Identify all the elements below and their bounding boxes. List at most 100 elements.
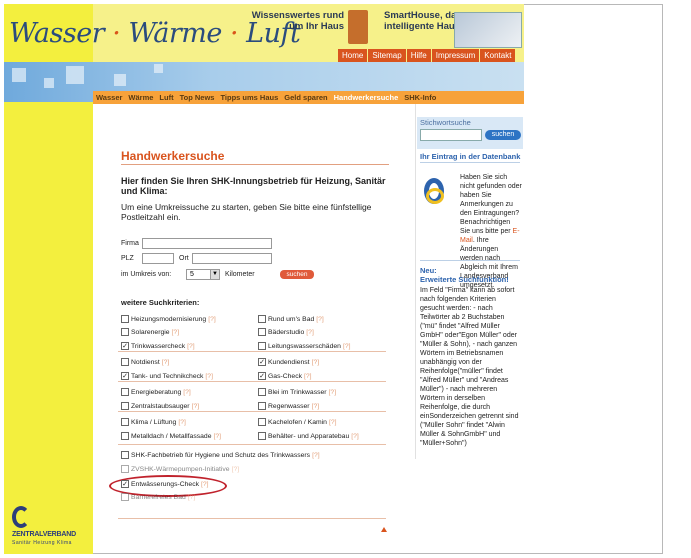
criteria-option[interactable]: Kachelofen / Kamin [?]: [258, 418, 337, 426]
checkbox[interactable]: ✓: [121, 372, 129, 380]
checkbox[interactable]: ✓: [258, 358, 266, 366]
criteria-option[interactable]: Energieberatung [?]: [121, 388, 191, 396]
nav-shk-info[interactable]: SHK-Info: [404, 93, 436, 102]
nav-top-news[interactable]: Top News: [180, 93, 215, 102]
checkbox[interactable]: [258, 402, 266, 410]
criteria-option[interactable]: Barrierefreies Bad [?]: [121, 493, 195, 501]
help-link[interactable]: [?]: [178, 419, 186, 426]
criteria-option[interactable]: Notdienst [?]: [121, 358, 169, 366]
criteria-option[interactable]: SHK-Fachbetrieb für Hygiene und Schutz d…: [121, 451, 320, 459]
checkbox[interactable]: ✓: [121, 480, 129, 488]
checkbox[interactable]: [121, 451, 129, 459]
checkbox[interactable]: [121, 358, 129, 366]
nav-handwerkersuche[interactable]: Handwerkersuche: [334, 93, 399, 102]
help-link[interactable]: [?]: [329, 419, 337, 426]
criteria-option[interactable]: Leitungswasserschäden [?]: [258, 342, 351, 350]
criteria-option[interactable]: Rund um's Bad [?]: [258, 315, 324, 323]
checkbox[interactable]: [121, 465, 129, 473]
checkbox[interactable]: [121, 328, 129, 336]
topnav-home[interactable]: Home: [338, 49, 368, 62]
help-link[interactable]: [?]: [172, 329, 180, 336]
criteria-option[interactable]: ✓ Tank- und Technikcheck [?]: [121, 372, 213, 380]
zentralverband-logo-icon[interactable]: [12, 506, 30, 528]
keyword-search-button[interactable]: suchen: [485, 130, 521, 140]
criteria-option[interactable]: Blei im Trinkwasser [?]: [258, 388, 336, 396]
criteria-label: Heizungsmodernisierung: [131, 315, 207, 323]
sidebar-divider: [420, 260, 520, 261]
checkbox[interactable]: [121, 402, 129, 410]
help-link[interactable]: [?]: [312, 452, 320, 459]
checkbox[interactable]: [258, 342, 266, 350]
sidebar-new-label: Neu:: [420, 266, 437, 275]
criteria-option[interactable]: ✓ Gas-Check [?]: [258, 372, 312, 380]
help-link[interactable]: [?]: [201, 481, 209, 488]
criteria-label: Notdienst: [131, 358, 160, 366]
criteria-option[interactable]: ✓ Kundendienst [?]: [258, 358, 319, 366]
help-link[interactable]: [?]: [304, 373, 312, 380]
help-link[interactable]: [?]: [208, 316, 216, 323]
criteria-label: Entwässerungs-Check: [131, 480, 199, 488]
promo-wissenswertes-link[interactable]: Wissenswertes rund um Ihr Haus: [240, 10, 344, 32]
checkbox[interactable]: [121, 493, 129, 501]
checkbox[interactable]: [258, 432, 266, 440]
help-link[interactable]: [?]: [183, 389, 191, 396]
checkbox[interactable]: ✓: [121, 342, 129, 350]
help-link[interactable]: [?]: [232, 466, 240, 473]
criteria-option[interactable]: ZVSHK-Wärmepumpen-Initiative [?]: [121, 465, 239, 473]
ort-input[interactable]: [192, 253, 272, 264]
help-link[interactable]: [?]: [213, 433, 221, 440]
checkbox[interactable]: [121, 418, 129, 426]
help-link[interactable]: [?]: [329, 389, 337, 396]
criteria-option[interactable]: Regenwasser [?]: [258, 402, 319, 410]
keyword-search-input[interactable]: [420, 129, 482, 141]
help-link[interactable]: [?]: [188, 494, 196, 501]
topnav-kontakt[interactable]: Kontakt: [480, 49, 516, 62]
criteria-option[interactable]: Bäderstudio [?]: [258, 328, 314, 336]
help-link[interactable]: [?]: [312, 359, 320, 366]
help-link[interactable]: [?]: [343, 343, 351, 350]
criteria-option[interactable]: Zentralstaubsauger [?]: [121, 402, 199, 410]
criteria-option[interactable]: Solarenergie [?]: [121, 328, 179, 336]
nav-waerme[interactable]: Wärme: [128, 93, 153, 102]
topnav-hilfe[interactable]: Hilfe: [406, 49, 431, 62]
criteria-option[interactable]: Metalldach / Metallfassade [?]: [121, 432, 221, 440]
help-link[interactable]: [?]: [162, 359, 170, 366]
checkbox[interactable]: [121, 315, 129, 323]
criteria-label: Zentralstaubsauger: [131, 402, 190, 410]
nav-wasser[interactable]: Wasser: [96, 93, 122, 102]
criteria-option[interactable]: ✓ Entwässerungs-Check [?]: [121, 480, 209, 488]
help-link[interactable]: [?]: [187, 343, 195, 350]
checkbox[interactable]: ✓: [258, 372, 266, 380]
radius-select-value: 5: [190, 271, 194, 278]
help-link[interactable]: [?]: [306, 329, 314, 336]
criteria-option[interactable]: Behälter- und Apparatebau [?]: [258, 432, 359, 440]
km-label: Kilometer: [225, 271, 255, 278]
help-link[interactable]: [?]: [205, 373, 213, 380]
scroll-to-top-arrow-icon[interactable]: [381, 527, 387, 532]
checkbox[interactable]: [121, 388, 129, 396]
chevron-down-icon[interactable]: ▼: [210, 270, 219, 279]
checkbox[interactable]: [258, 315, 266, 323]
criteria-option[interactable]: Heizungsmodernisierung [?]: [121, 315, 216, 323]
firma-input[interactable]: [142, 238, 272, 249]
smarthouse-image[interactable]: [454, 12, 522, 48]
search-button[interactable]: suchen: [280, 270, 314, 279]
topnav-sitemap[interactable]: Sitemap: [368, 49, 406, 62]
nav-geld-sparen[interactable]: Geld sparen: [284, 93, 327, 102]
help-link[interactable]: [?]: [351, 433, 359, 440]
criteria-option[interactable]: Klima / Lüftung [?]: [121, 418, 186, 426]
help-link[interactable]: [?]: [316, 316, 324, 323]
nav-luft[interactable]: Luft: [159, 93, 173, 102]
nav-tipps[interactable]: Tipps ums Haus: [220, 93, 278, 102]
sidebar-entry-heading[interactable]: Ihr Eintrag in der Datenbank: [420, 152, 520, 161]
topnav-impressum[interactable]: Impressum: [431, 49, 480, 62]
help-link[interactable]: [?]: [312, 403, 320, 410]
checkbox[interactable]: [258, 418, 266, 426]
help-link[interactable]: [?]: [192, 403, 200, 410]
house-icon[interactable]: [348, 10, 368, 44]
checkbox[interactable]: [258, 328, 266, 336]
checkbox[interactable]: [258, 388, 266, 396]
plz-input[interactable]: [142, 253, 174, 264]
criteria-option[interactable]: ✓ Trinkwassercheck [?]: [121, 342, 195, 350]
checkbox[interactable]: [121, 432, 129, 440]
